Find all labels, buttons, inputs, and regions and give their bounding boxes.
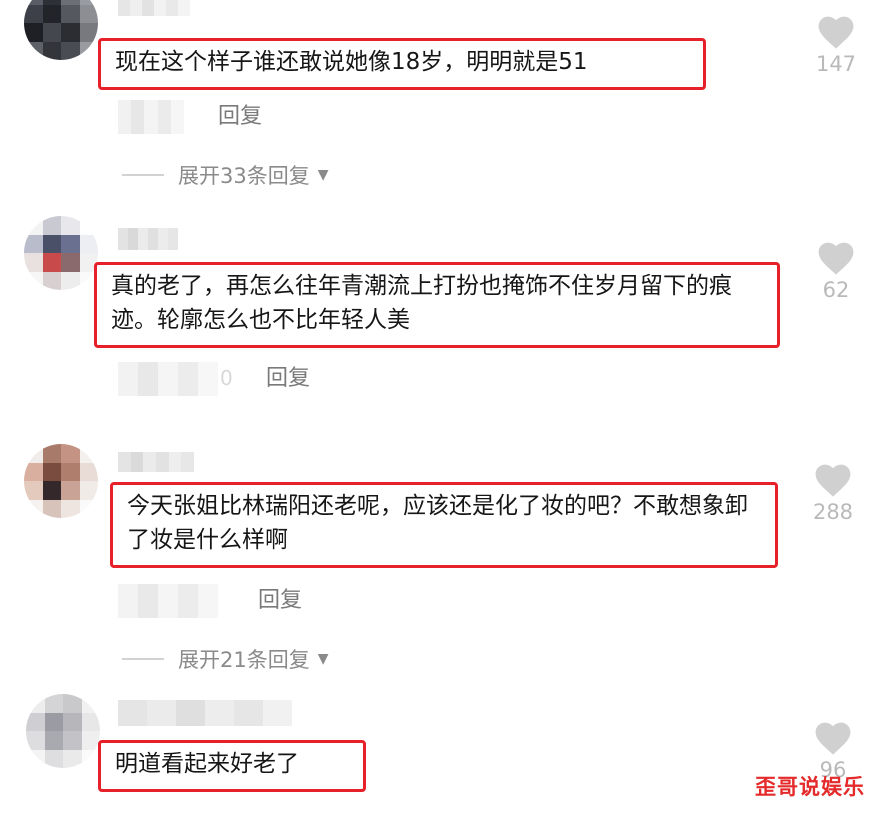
- comment-text-highlighted: 明道看起来好老了: [98, 740, 366, 792]
- heart-icon: [818, 16, 854, 49]
- blurred-timestamp: [118, 362, 218, 396]
- comment-text: 明道看起来好老了: [115, 751, 299, 777]
- comment-text-highlighted: 现在这个样子谁还敢说她像18岁，明明就是51: [98, 38, 706, 90]
- reply-row: 回复: [0, 584, 877, 618]
- divider-line: [122, 174, 164, 176]
- reply-row: 回复: [0, 100, 877, 134]
- avatar[interactable]: [26, 694, 100, 768]
- blurred-timestamp: [118, 584, 218, 618]
- username-blurred[interactable]: [118, 700, 292, 726]
- heart-icon: [818, 242, 854, 275]
- heart-icon: [815, 722, 851, 755]
- divider-line: [122, 658, 164, 660]
- avatar[interactable]: [24, 216, 98, 290]
- reply-button[interactable]: 回复: [266, 364, 310, 394]
- username-blurred[interactable]: [118, 452, 194, 472]
- like-button[interactable]: 288: [803, 462, 863, 524]
- timestamp-fragment: 0: [220, 366, 233, 390]
- avatar[interactable]: [24, 0, 98, 60]
- triangle-down-icon: ▼: [317, 167, 329, 183]
- triangle-down-icon: ▼: [317, 651, 329, 667]
- expand-replies-label: 展开33条回复: [178, 164, 310, 188]
- avatar[interactable]: [24, 444, 98, 518]
- expand-replies-button[interactable]: 展开21条回复 ▼: [122, 644, 329, 674]
- expand-replies-label: 展开21条回复: [178, 648, 310, 672]
- like-button[interactable]: 147: [806, 14, 866, 76]
- comment-text-highlighted: 真的老了，再怎么往年青潮流上打扮也掩饰不住岁月留下的痕迹。轮廓怎么也不比年轻人美: [94, 262, 780, 348]
- comment-text-highlighted: 今天张姐比林瑞阳还老呢，应该还是化了妆的吧？不敢想象卸了妆是什么样啊: [110, 482, 778, 568]
- reply-button[interactable]: 回复: [218, 102, 262, 132]
- comment-text: 真的老了，再怎么往年青潮流上打扮也掩饰不住岁月留下的痕迹。轮廓怎么也不比年轻人美: [111, 273, 732, 333]
- watermark: 歪哥说娱乐: [755, 775, 865, 799]
- reply-row: 0 回复: [0, 362, 877, 396]
- blurred-timestamp: [118, 100, 184, 134]
- like-count: 62: [822, 278, 850, 302]
- heart-icon: [815, 464, 851, 497]
- expand-replies-button[interactable]: 展开33条回复 ▼: [122, 160, 329, 190]
- like-count: 288: [812, 500, 854, 524]
- username-blurred[interactable]: [118, 228, 178, 250]
- like-button[interactable]: 62: [806, 240, 866, 302]
- comment-text: 今天张姐比林瑞阳还老呢，应该还是化了妆的吧？不敢想象卸了妆是什么样啊: [127, 493, 748, 553]
- reply-button[interactable]: 回复: [258, 586, 302, 616]
- comment-text: 现在这个样子谁还敢说她像18岁，明明就是51: [115, 49, 588, 75]
- like-count: 147: [815, 52, 857, 76]
- username-blurred[interactable]: [118, 0, 190, 16]
